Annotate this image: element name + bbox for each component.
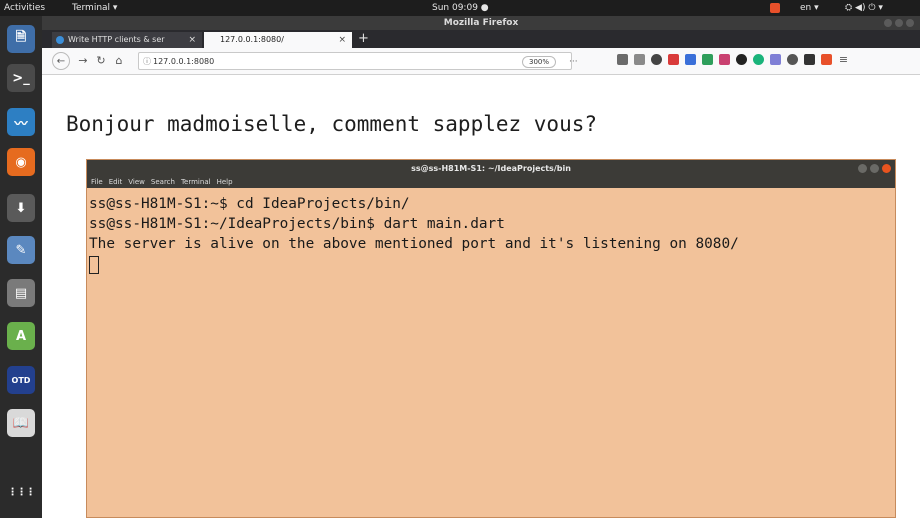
terminal-line: ss@ss-H81M-S1:~/IdeaProjects/bin$ dart m… xyxy=(89,216,505,232)
text-editor-icon[interactable]: ✎ xyxy=(7,236,35,264)
file-cabinet-icon[interactable]: ▤ xyxy=(7,279,35,307)
tab-write-http-clients[interactable]: Write HTTP clients & ser × xyxy=(52,32,202,48)
url-text[interactable]: 127.0.0.1:8080 xyxy=(153,53,214,71)
tab-strip: Write HTTP clients & ser × 127.0.0.1:808… xyxy=(42,30,920,48)
menu-edit[interactable]: Edit xyxy=(109,177,123,188)
tab-localhost[interactable]: 127.0.0.1:8080/ × xyxy=(204,32,352,48)
extension-gray-icon[interactable] xyxy=(787,54,798,65)
home-button[interactable]: ⌂ xyxy=(112,52,126,70)
terminal-cursor xyxy=(89,256,99,274)
zoom-indicator[interactable]: 300% xyxy=(522,56,557,68)
files-icon[interactable]: 🗎 xyxy=(7,25,35,53)
terminal-titlebar: ss@ss-H81M-S1: ~/IdeaProjects/bin xyxy=(87,160,895,177)
window-controls xyxy=(884,19,914,27)
minimize-button[interactable] xyxy=(884,19,892,27)
close-button[interactable] xyxy=(906,19,914,27)
extension-orange-icon[interactable] xyxy=(821,54,832,65)
terminal-title: ss@ss-H81M-S1: ~/IdeaProjects/bin xyxy=(411,164,571,173)
system-status-menu[interactable]: ⛭ ◀) ⏻ ▾ xyxy=(845,2,883,14)
menu-terminal[interactable]: Terminal xyxy=(181,177,211,188)
back-button[interactable]: ← xyxy=(52,52,70,70)
library-icon[interactable] xyxy=(617,54,628,65)
tab-label: Write HTTP clients & ser xyxy=(68,35,165,44)
menu-help[interactable]: Help xyxy=(217,177,233,188)
terminal-maximize-button[interactable] xyxy=(870,164,879,173)
terminal-controls xyxy=(858,164,891,173)
forward-button[interactable]: → xyxy=(76,52,90,70)
extension-blue-icon[interactable] xyxy=(685,54,696,65)
extension-pink-icon[interactable] xyxy=(719,54,730,65)
terminal-line: ss@ss-H81M-S1:~$ cd IdeaProjects/bin/ xyxy=(89,196,410,212)
page-headline: Bonjour madmoiselle, comment sapplez vou… xyxy=(66,112,598,136)
pocket-icon[interactable] xyxy=(804,54,815,65)
terminal-icon[interactable]: >_ xyxy=(7,64,35,92)
extension-purple-icon[interactable] xyxy=(770,54,781,65)
install-icon[interactable]: ⬇ xyxy=(7,194,35,222)
firefox-icon[interactable]: ◉ xyxy=(7,148,35,176)
activities-button[interactable]: Activities xyxy=(4,2,45,14)
hamburger-menu-icon[interactable]: ≡ xyxy=(838,54,849,65)
tab-label: 127.0.0.1:8080/ xyxy=(220,35,284,44)
extension-green-icon[interactable] xyxy=(702,54,713,65)
account-icon[interactable] xyxy=(651,54,662,65)
menu-file[interactable]: File xyxy=(91,177,103,188)
language-indicator[interactable]: en ▾ xyxy=(800,2,819,14)
book-reader-icon[interactable]: 📖 xyxy=(7,409,35,437)
sidebar-icon[interactable] xyxy=(634,54,645,65)
terminal-close-button[interactable] xyxy=(882,164,891,173)
page-content: Bonjour madmoiselle, comment sapplez vou… xyxy=(42,75,920,518)
navigation-bar: ← → ↻ ⌂ ⓘ 127.0.0.1:8080 300% ··· ♡ ☆ ≡ xyxy=(42,48,920,103)
app-menu[interactable]: Terminal ▾ xyxy=(72,2,117,14)
toolbar-icons: ≡ xyxy=(617,54,849,65)
terminal-output[interactable]: ss@ss-H81M-S1:~$ cd IdeaProjects/bin/ ss… xyxy=(87,188,895,274)
favicon-icon xyxy=(56,36,64,44)
otd-icon[interactable]: OTD xyxy=(7,366,35,394)
menu-view[interactable]: View xyxy=(128,177,145,188)
clock[interactable]: Sun 09:09 ● xyxy=(432,2,489,14)
extension-dark-icon[interactable] xyxy=(736,54,747,65)
terminal-line: The server is alive on the above mention… xyxy=(89,236,739,252)
dock: 🗎 >_ 〰 ◉ ⬇ ✎ ▤ A OTD 📖 ⋮⋮⋮ xyxy=(0,16,42,518)
android-studio-icon[interactable]: A xyxy=(7,322,35,350)
window-title: Mozilla Firefox xyxy=(443,18,519,28)
tab-close-icon[interactable]: × xyxy=(188,32,196,48)
new-tab-button[interactable]: + xyxy=(358,31,369,47)
tray-app-icon[interactable] xyxy=(770,3,780,13)
reload-button[interactable]: ↻ xyxy=(94,52,108,70)
url-bar[interactable]: ⓘ 127.0.0.1:8080 300% ··· ♡ ☆ xyxy=(138,52,578,103)
terminal-screenshot: ss@ss-H81M-S1: ~/IdeaProjects/bin File E… xyxy=(86,159,896,518)
maximize-button[interactable] xyxy=(895,19,903,27)
gnome-top-bar: Activities Terminal ▾ Sun 09:09 ● en ▾ ⛭… xyxy=(0,0,920,16)
show-applications-icon[interactable]: ⋮⋮⋮ xyxy=(7,478,36,506)
extension-teal-icon[interactable] xyxy=(753,54,764,65)
site-info-icon[interactable]: ⓘ xyxy=(143,53,151,71)
window-titlebar: Mozilla Firefox xyxy=(42,16,920,30)
menu-search[interactable]: Search xyxy=(151,177,175,188)
tab-close-icon[interactable]: × xyxy=(338,32,346,48)
terminal-minimize-button[interactable] xyxy=(858,164,867,173)
extension-red-icon[interactable] xyxy=(668,54,679,65)
system-monitor-icon[interactable]: 〰 xyxy=(7,108,35,136)
terminal-menubar: File Edit View Search Terminal Help xyxy=(87,177,895,188)
